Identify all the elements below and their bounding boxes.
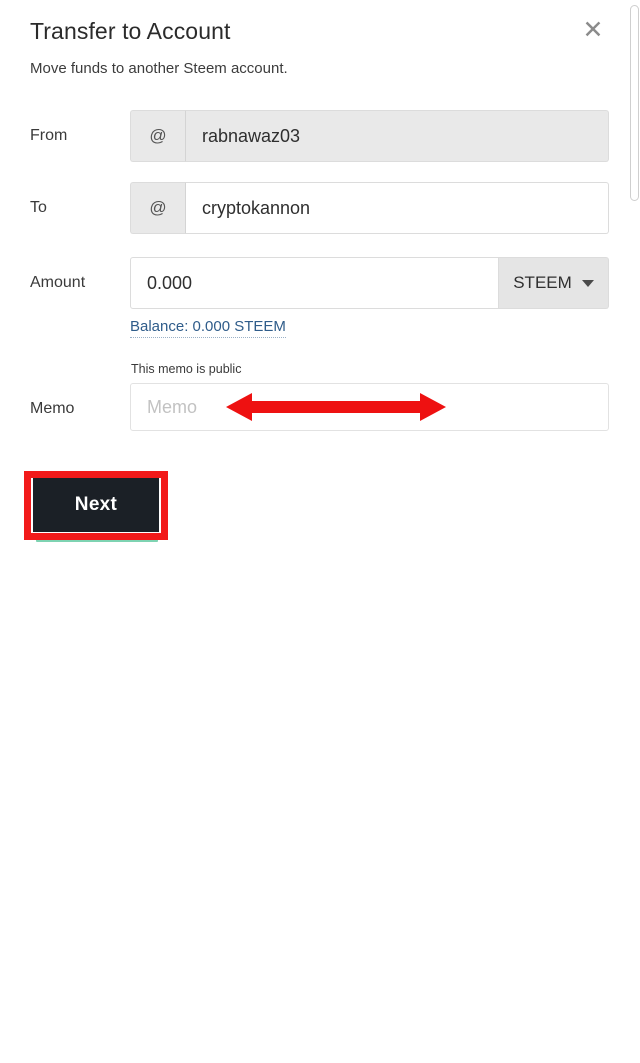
form-row-memo: Memo <box>0 383 628 431</box>
transfer-dialog: Transfer to Account Move funds to anothe… <box>0 0 628 1063</box>
scrollbar-thumb[interactable] <box>630 5 639 201</box>
form-row-from: From @ <box>0 110 628 162</box>
form-row-to: To @ <box>0 182 628 234</box>
form-row-amount: Amount STEEM <box>0 257 628 309</box>
memo-public-note: This memo is public <box>131 362 242 376</box>
balance-link[interactable]: Balance: 0.000 STEEM <box>130 318 286 338</box>
memo-input[interactable] <box>130 383 609 431</box>
dialog-subtitle: Move funds to another Steem account. <box>30 60 288 77</box>
at-symbol-icon: @ <box>130 182 186 234</box>
to-field: @ <box>130 182 609 234</box>
to-account-input[interactable] <box>186 182 609 234</box>
dialog-header: Transfer to Account Move funds to anothe… <box>30 16 600 80</box>
next-button-highlight-annotation <box>24 471 168 540</box>
to-label: To <box>30 199 47 216</box>
memo-field <box>130 383 609 431</box>
amount-field: STEEM <box>130 257 609 309</box>
from-field: @ <box>130 110 609 162</box>
asset-select-label: STEEM <box>513 273 572 292</box>
asset-select-dropdown[interactable]: STEEM <box>499 257 609 309</box>
memo-label: Memo <box>30 400 75 417</box>
chevron-down-icon <box>581 279 594 287</box>
from-account-input <box>186 110 609 162</box>
page-title: Transfer to Account <box>30 18 231 44</box>
at-symbol-icon: @ <box>130 110 186 162</box>
from-label: From <box>30 127 68 144</box>
amount-label: Amount <box>30 274 86 291</box>
amount-input[interactable] <box>130 257 499 309</box>
close-icon[interactable]: ✕ <box>575 12 611 48</box>
